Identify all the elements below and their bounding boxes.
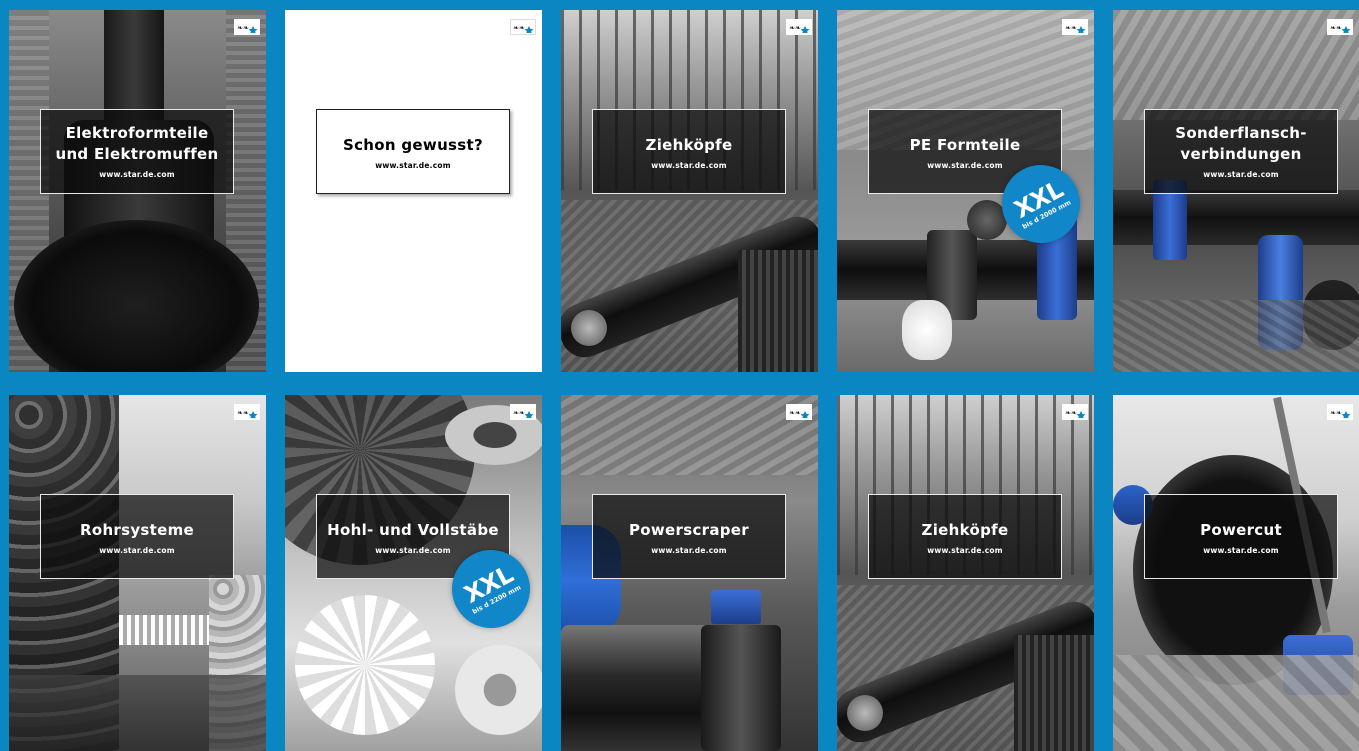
card-label: Ziehköpfe www.star.de.com: [868, 494, 1062, 579]
card-label: Sonderflansch- verbindungen www.star.de.…: [1144, 109, 1338, 194]
star-logo-icon: ❧❧: [234, 404, 260, 420]
card-title: Sonderflansch- verbindungen: [1175, 124, 1307, 163]
star-logo-icon: ❧❧: [786, 404, 812, 420]
svg-text:❧❧: ❧❧: [1065, 409, 1077, 417]
card-url: www.star.de.com: [1203, 170, 1279, 179]
svg-text:❧❧: ❧❧: [1330, 24, 1342, 32]
card-title: Ziehköpfe: [645, 136, 733, 154]
svg-text:❧❧: ❧❧: [1065, 24, 1077, 32]
card-url: www.star.de.com: [99, 546, 175, 555]
card-title: Powerscraper: [629, 521, 749, 539]
svg-text:❧❧: ❧❧: [789, 409, 801, 417]
card-label: Powercut www.star.de.com: [1144, 494, 1338, 579]
card-label: Schon gewusst? www.star.de.com: [316, 109, 510, 194]
card-title: PE Formteile: [909, 136, 1021, 154]
star-logo-icon: ❧❧: [1062, 404, 1088, 420]
catalog-card-ziehkoepfe-2[interactable]: ❧❧ Ziehköpfe www.star.de.com: [837, 395, 1094, 751]
catalog-card-schon-gewusst[interactable]: ❧❧ Schon gewusst? www.star.de.com: [285, 10, 542, 372]
star-logo-icon: ❧❧: [1327, 404, 1353, 420]
svg-text:❧❧: ❧❧: [513, 409, 525, 417]
star-logo-icon: ❧❧: [786, 19, 812, 35]
card-title: Elektroformteile und Elektromuffen: [55, 124, 219, 163]
catalog-card-hohl-vollstaebe[interactable]: ❧❧ Hohl- und Vollstäbe www.star.de.com X…: [285, 395, 542, 751]
card-label: Powerscraper www.star.de.com: [592, 494, 786, 579]
card-url: www.star.de.com: [375, 161, 451, 170]
catalog-card-rohrsysteme[interactable]: ❧❧ Rohrsysteme www.star.de.com: [9, 395, 266, 751]
card-url: www.star.de.com: [1203, 546, 1279, 555]
catalog-card-powerscraper[interactable]: ❧❧ Powerscraper www.star.de.com: [561, 395, 818, 751]
card-url: www.star.de.com: [927, 546, 1003, 555]
catalog-card-ziehkoepfe[interactable]: ❧❧ Ziehköpfe www.star.de.com: [561, 10, 818, 372]
svg-text:❧❧: ❧❧: [237, 24, 249, 32]
card-url: www.star.de.com: [651, 161, 727, 170]
card-url: www.star.de.com: [651, 546, 727, 555]
card-label: Elektroformteile und Elektromuffen www.s…: [40, 109, 234, 194]
star-logo-icon: ❧❧: [1062, 19, 1088, 35]
star-logo-icon: ❧❧: [1327, 19, 1353, 35]
card-url: www.star.de.com: [99, 170, 175, 179]
catalog-card-elektroformteile[interactable]: ❧❧ Elektroformteile und Elektromuffen ww…: [9, 10, 266, 372]
card-title: Schon gewusst?: [343, 136, 483, 154]
card-title: Ziehköpfe: [921, 521, 1009, 539]
svg-text:❧❧: ❧❧: [513, 24, 525, 32]
card-label: Rohrsysteme www.star.de.com: [40, 494, 234, 579]
svg-text:❧❧: ❧❧: [1330, 409, 1342, 417]
catalog-card-pe-formteile[interactable]: ❧❧ PE Formteile www.star.de.com XXL bis …: [837, 10, 1094, 372]
card-title: Rohrsysteme: [79, 521, 194, 539]
card-label: Ziehköpfe www.star.de.com: [592, 109, 786, 194]
star-logo-icon: ❧❧: [510, 404, 536, 420]
svg-text:❧❧: ❧❧: [237, 409, 249, 417]
star-logo-icon: ❧❧: [234, 19, 260, 35]
svg-text:❧❧: ❧❧: [789, 24, 801, 32]
card-title: Hohl- und Vollstäbe: [327, 521, 499, 539]
catalog-card-sonderflansch[interactable]: ❧❧ Sonderflansch- verbindungen www.star.…: [1113, 10, 1359, 372]
star-logo-icon: ❧❧: [510, 19, 536, 35]
catalog-card-powercut[interactable]: ❧❧ Powercut www.star.de.com: [1113, 395, 1359, 751]
card-title: Powercut: [1200, 521, 1282, 539]
